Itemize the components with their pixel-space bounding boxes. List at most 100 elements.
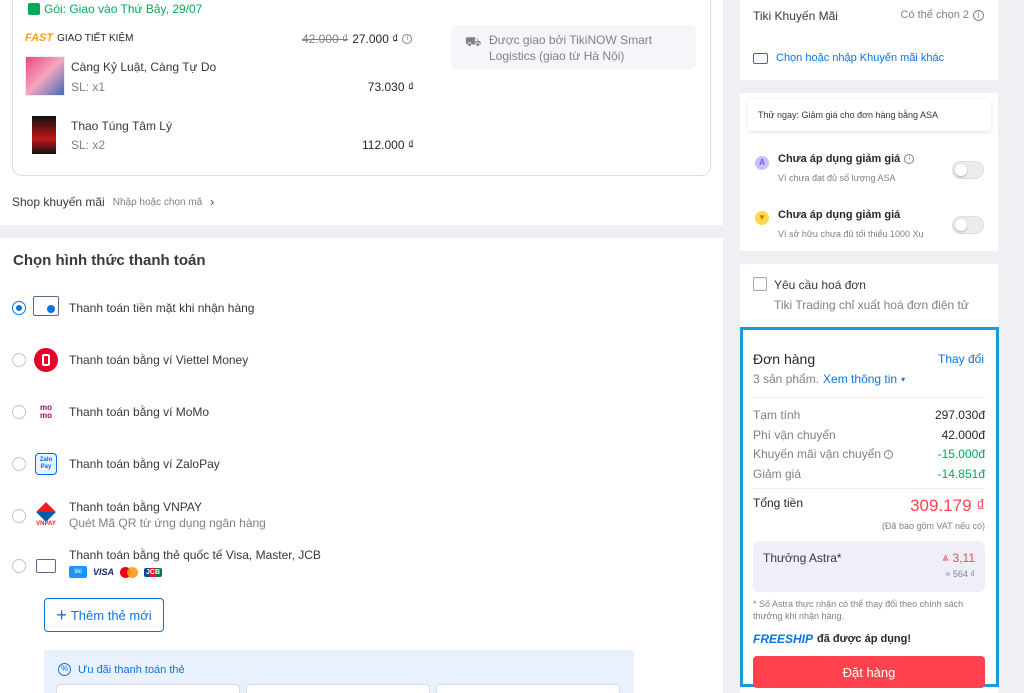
asa-tip-text: Thử ngay: Giảm giá cho đơn hàng bằng ASA bbox=[758, 110, 939, 120]
card-offer-tile[interactable] bbox=[56, 684, 240, 693]
astra-value: 3,11 bbox=[952, 551, 975, 565]
payment-radio[interactable] bbox=[12, 405, 26, 419]
payment-option-momo[interactable]: mo mo Thanh toán bằng ví MoMo bbox=[0, 398, 600, 428]
payment-radio[interactable] bbox=[12, 301, 26, 315]
subtotal-row: Tạm tính 297.030đ bbox=[753, 408, 985, 422]
product-thumbnail[interactable] bbox=[25, 56, 65, 96]
shipping-method-label: GIAO TIẾT KIỆM bbox=[57, 32, 134, 44]
payment-option-viettel[interactable]: Thanh toán bằng ví Viettel Money bbox=[0, 346, 600, 376]
chevron-down-icon[interactable]: ▾ bbox=[901, 375, 905, 384]
carrier-box: ⛟ Được giao bởi TikiNOW Smart Logistics … bbox=[451, 25, 696, 69]
calendar-icon bbox=[28, 3, 40, 15]
invoice-label[interactable]: Yêu cầu hoá đơn bbox=[774, 278, 866, 292]
asa-item: ▼ Chưa áp dụng giảm giá Vì sở hữu chưa đ… bbox=[740, 206, 998, 246]
info-icon[interactable]: i bbox=[884, 449, 894, 459]
divider bbox=[753, 397, 985, 398]
payment-option-card[interactable]: Thanh toán bằng thẻ quốc tế Visa, Master… bbox=[0, 546, 600, 586]
asa-toggle[interactable] bbox=[952, 161, 984, 179]
astra-reward-box: Thưởng Astra* ⩓ 3,11 ≈ 564 ₫ bbox=[753, 541, 985, 592]
invoice-note: Tiki Trading chỉ xuất hoá đơn điện tử bbox=[774, 298, 969, 312]
payment-option-label: Thanh toán bằng ví Viettel Money bbox=[69, 353, 249, 367]
payment-radio[interactable] bbox=[12, 509, 26, 523]
asa-item-sub: Vì sở hữu chưa đủ tối thiểu 1000 Xu bbox=[778, 229, 924, 239]
product-name[interactable]: Càng Kỷ Luật, Càng Tự Do bbox=[71, 60, 216, 74]
order-products-line: 3 sản phẩm. Xem thông tin ▾ bbox=[753, 372, 905, 386]
promo-count: Có thể chọn 2 i bbox=[900, 9, 984, 21]
freeship-logo: FREESHIP bbox=[753, 632, 814, 646]
payment-radio[interactable] bbox=[12, 457, 26, 471]
asa-item-sub: Vì chưa đạt đủ số lượng ASA bbox=[778, 173, 896, 183]
astra-icon: ⩓ bbox=[942, 551, 949, 564]
jcb-logo: JCB bbox=[144, 567, 163, 577]
discount-icon: % bbox=[58, 663, 71, 676]
choose-promo-text: Chọn hoặc nhập Khuyến mãi khác bbox=[776, 52, 945, 64]
info-icon[interactable]: i bbox=[402, 34, 413, 44]
payment-option-vnpay[interactable]: VNPAY Thanh toán bằng VNPAY Quét Mã QR t… bbox=[0, 498, 600, 538]
asa-item-title: Chưa áp dụng giảm giá bbox=[778, 153, 901, 165]
shop-promo-hint: Nhập hoặc chọn mã bbox=[112, 196, 203, 208]
asa-item-title: Chưa áp dụng giảm giá bbox=[778, 209, 901, 221]
payment-option-label: Thanh toán bằng ví ZaloPay bbox=[69, 457, 220, 471]
info-icon[interactable]: i bbox=[904, 154, 915, 164]
momo-icon: mo mo bbox=[34, 400, 58, 424]
place-order-button[interactable]: Đặt hàng bbox=[753, 656, 985, 688]
subtotal-value: 297.030đ bbox=[934, 408, 985, 422]
package-section: Gói: Giao vào Thứ Bảy, 29/07 FAST GIAO T… bbox=[0, 0, 723, 225]
xu-toggle[interactable] bbox=[952, 216, 984, 234]
visa-logo: VISA bbox=[93, 567, 115, 577]
freeship-notice: FREESHIP đã được áp dụng! bbox=[753, 632, 911, 646]
order-title: Đơn hàng bbox=[753, 351, 816, 367]
product-count: 3 sản phẩm. bbox=[753, 372, 820, 386]
payment-option-sub: Quét Mã QR từ ứng dụng ngân hàng bbox=[69, 516, 266, 530]
payment-radio[interactable] bbox=[12, 353, 26, 367]
shop-promo-label: Shop khuyến mãi bbox=[12, 195, 105, 209]
product-thumbnail[interactable] bbox=[32, 116, 56, 154]
add-card-button[interactable]: + Thêm thẻ mới bbox=[44, 598, 164, 632]
vnpay-icon: VNPAY bbox=[33, 502, 59, 530]
promo-count-text: Có thể chọn 2 bbox=[900, 9, 970, 21]
discount-value: -14.851đ bbox=[937, 467, 985, 481]
zalopay-icon: Zalo Pay bbox=[35, 453, 57, 475]
product-price: 112.000 ₫ bbox=[362, 138, 414, 152]
product-name[interactable]: Thao Túng Tâm Lý bbox=[71, 119, 172, 133]
shipping-fee-label: Phí vận chuyển bbox=[753, 428, 836, 442]
asa-item: A Chưa áp dụng giảm giá i Vì chưa đạt đủ… bbox=[740, 151, 998, 191]
shipping-discount-label: Khuyến mãi vận chuyển bbox=[753, 447, 882, 461]
truck-icon: ⛟ bbox=[465, 34, 482, 49]
invoice-checkbox[interactable] bbox=[753, 277, 767, 291]
asa-tip: Thử ngay: Giảm giá cho đơn hàng bằng ASA bbox=[748, 99, 991, 131]
old-shipping-fee: 42.000 ₫ bbox=[302, 32, 349, 46]
payment-option-cod[interactable]: Thanh toán tiền mặt khi nhận hàng bbox=[0, 293, 600, 323]
shipping-discount-row: Khuyến mãi vận chuyển i -15.000đ bbox=[753, 447, 985, 461]
astra-icon: A bbox=[755, 156, 769, 170]
total-label: Tổng tiền bbox=[753, 496, 804, 510]
payment-radio[interactable] bbox=[12, 559, 26, 573]
shipping-fee-value: 42.000đ bbox=[941, 428, 985, 442]
payment-option-label: Thanh toán tiền mặt khi nhận hàng bbox=[69, 301, 255, 315]
product-qty: SL: x1 bbox=[71, 80, 106, 94]
change-order-link[interactable]: Thay đổi bbox=[938, 352, 984, 366]
card-offer-tile[interactable] bbox=[436, 684, 620, 693]
info-icon[interactable]: i bbox=[973, 9, 984, 21]
payment-option-label: Thanh toán bằng thẻ quốc tế Visa, Master… bbox=[69, 548, 321, 562]
viettel-money-icon bbox=[34, 348, 58, 372]
astra-label: Thưởng Astra* bbox=[763, 551, 842, 565]
new-shipping-fee: 27.000 ₫ bbox=[352, 32, 399, 46]
card-offer-title: Ưu đãi thanh toán thẻ bbox=[78, 664, 185, 676]
product-qty: SL: x2 bbox=[71, 138, 106, 152]
tiki-card-logo: tiki bbox=[69, 566, 87, 578]
card-offer-tile[interactable] bbox=[246, 684, 430, 693]
payment-option-label: Thanh toán bằng ví MoMo bbox=[69, 405, 210, 419]
astra-approx: ≈ 564 ₫ bbox=[945, 569, 975, 579]
choose-promo-link[interactable]: Chọn hoặc nhập Khuyến mãi khác bbox=[753, 52, 944, 64]
payment-option-zalopay[interactable]: Zalo Pay Thanh toán bằng ví ZaloPay bbox=[0, 450, 600, 480]
payment-section: Chọn hình thức thanh toán Thanh toán tiề… bbox=[0, 238, 723, 693]
shop-promo-link[interactable]: Shop khuyến mãi Nhập hoặc chọn mã › bbox=[12, 195, 214, 209]
view-info-link[interactable]: Xem thông tin bbox=[823, 372, 897, 386]
divider bbox=[753, 488, 985, 489]
credit-card-icon bbox=[36, 559, 56, 573]
delivery-label: Gói: Giao vào Thứ Bảy, 29/07 bbox=[44, 2, 203, 16]
fast-badge: FAST bbox=[25, 32, 54, 44]
add-card-label: Thêm thẻ mới bbox=[70, 607, 152, 623]
total-value: 309.179 ₫ bbox=[910, 496, 985, 515]
